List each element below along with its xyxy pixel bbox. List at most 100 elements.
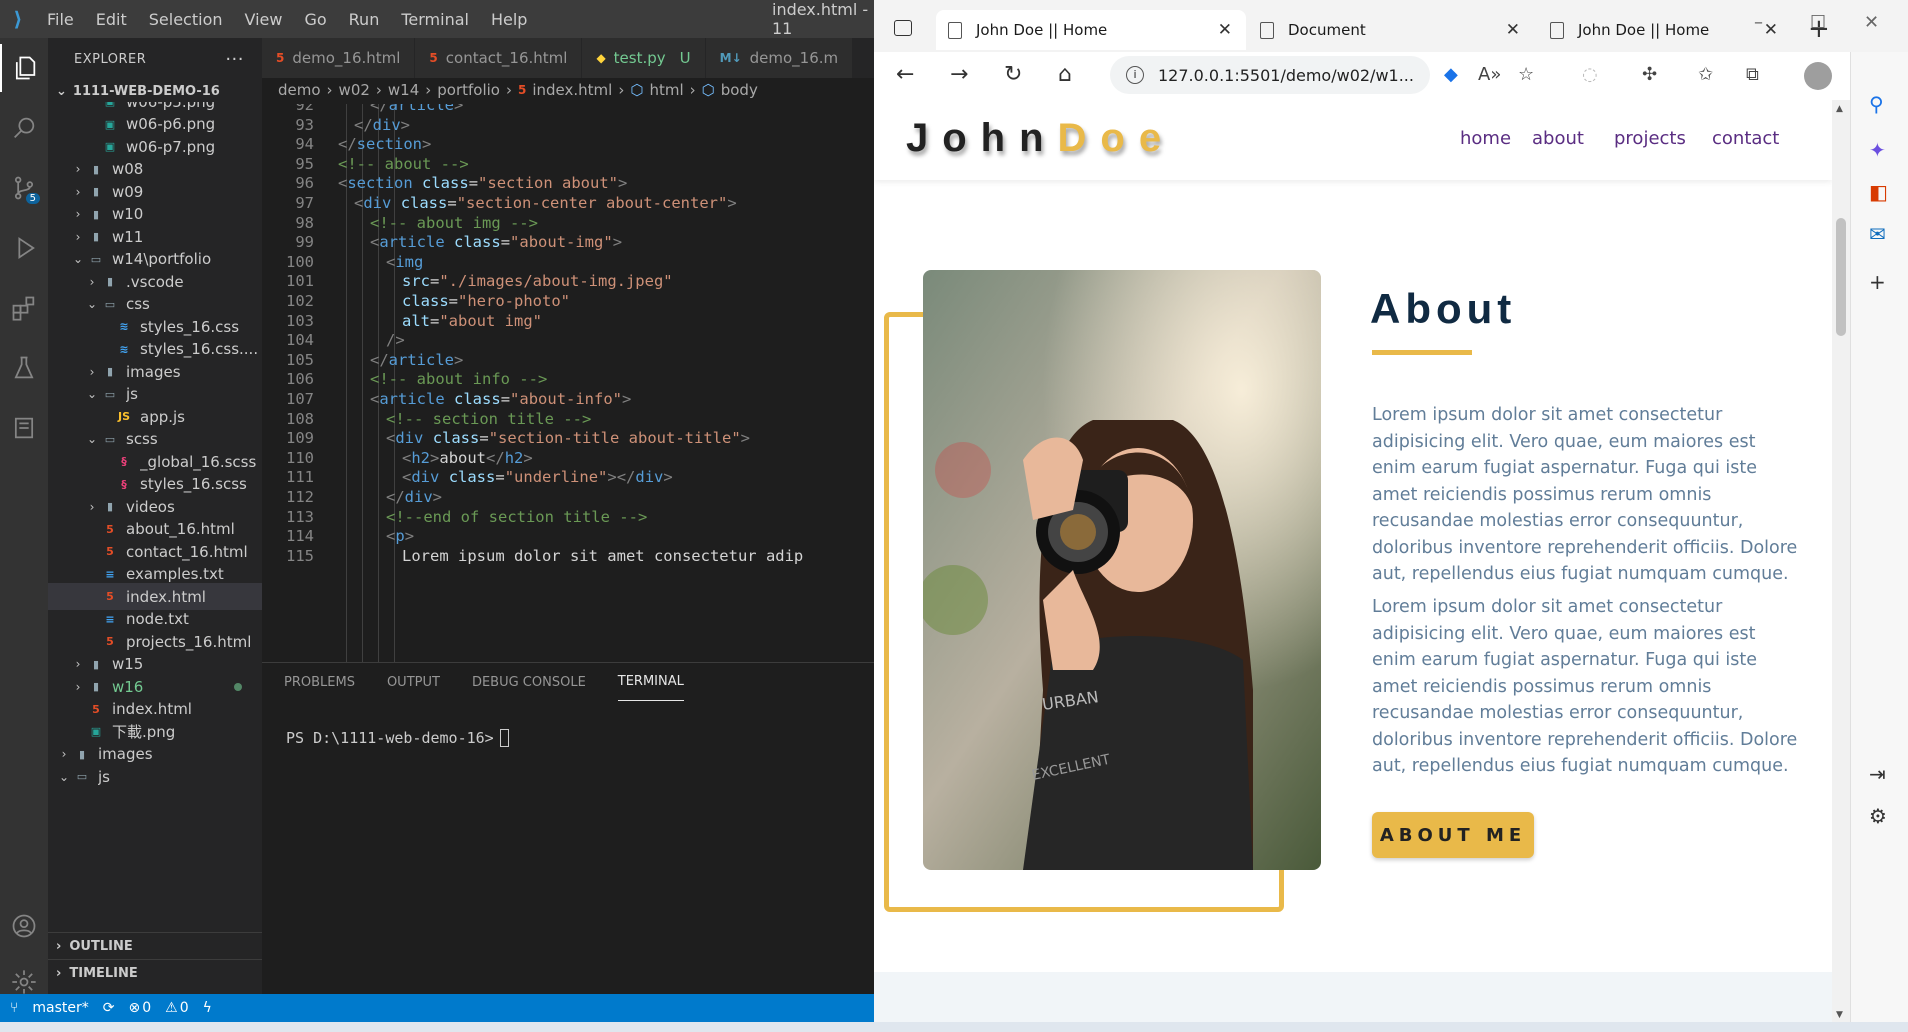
error-count[interactable]: 0	[142, 1000, 151, 1016]
remote-explorer-icon[interactable]	[0, 404, 48, 452]
code-token: =	[500, 233, 511, 252]
timeline-section[interactable]: › TIMELINE	[48, 959, 262, 986]
tab-label: demo_16.m	[749, 49, 839, 67]
close-icon[interactable]: ✕	[1764, 20, 1778, 40]
extensions-icon[interactable]: ✣	[1642, 64, 1657, 85]
tree-item-label: w10	[112, 205, 144, 223]
scrollbar-thumb[interactable]	[1836, 218, 1846, 336]
about-photo: URBAN EXCELLENT	[923, 270, 1321, 870]
breadcrumb-item[interactable]: html	[649, 81, 683, 99]
scroll-up-icon[interactable]: ▲	[1836, 104, 1843, 114]
browser-tab-2[interactable]: Document ✕	[1248, 10, 1534, 50]
tab-terminal[interactable]: TERMINAL	[617, 663, 684, 701]
breadcrumb-item[interactable]: demo	[278, 81, 321, 99]
testing-icon[interactable]	[0, 344, 48, 392]
menu-help[interactable]: Help	[480, 10, 538, 29]
add-favorite-icon[interactable]: ☆	[1518, 64, 1534, 85]
explorer-icon[interactable]	[0, 44, 48, 92]
home-icon[interactable]: ⌂	[1058, 62, 1072, 87]
sync-icon[interactable]: ⟳	[103, 1000, 115, 1016]
favorites-icon[interactable]: ✩	[1698, 64, 1713, 85]
tab-demo-16-md[interactable]: M↓ demo_16.m	[705, 38, 854, 78]
search-icon[interactable]	[0, 104, 48, 152]
close-icon[interactable]: ✕	[1218, 20, 1232, 40]
html-file-icon: 5	[276, 51, 285, 65]
search-icon[interactable]: ⚲	[1869, 92, 1884, 116]
nav-projects-link[interactable]: projects	[1614, 128, 1686, 149]
tab-test-py[interactable]: ◆ test.py U	[582, 38, 706, 78]
menu-run[interactable]: Run	[338, 10, 391, 29]
code-token: <	[386, 527, 396, 546]
menu-selection[interactable]: Selection	[138, 10, 234, 29]
line-number: 109	[286, 429, 314, 448]
breadcrumb-item[interactable]: index.html	[532, 81, 612, 99]
vscode-logo-icon: ⟩	[13, 7, 23, 31]
outlook-icon[interactable]: ✉	[1869, 222, 1886, 246]
file-tree: ▣ w06-p5.png ▣ w06-p6.png ▣ w06-p7.png › ▮ w08 › ▮…	[48, 102, 262, 922]
url-field[interactable]: i 127.0.0.1:5501/demo/w02/w1...	[1110, 56, 1430, 94]
forward-icon[interactable]: →	[950, 62, 968, 87]
sidebar-settings-icon[interactable]: ⚙	[1869, 804, 1887, 828]
breadcrumb-item[interactable]: portfolio	[437, 81, 500, 99]
terminal[interactable]: PS D:\1111-web-demo-16>	[262, 701, 874, 747]
code-text: <!--end of section title -->	[386, 508, 647, 526]
tree-item[interactable]: ⌄ ▭ js	[48, 763, 262, 790]
site-logo[interactable]: JohnDoe	[906, 116, 1175, 161]
breadcrumb-item[interactable]: w02	[339, 81, 370, 99]
tab-contact-16[interactable]: 5 contact_16.html	[415, 38, 583, 78]
code-token: <	[370, 390, 380, 408]
window-close-icon[interactable]: ✕	[1864, 12, 1879, 33]
outline-section[interactable]: › OUTLINE	[48, 932, 262, 959]
scroll-down-icon[interactable]: ▼	[1836, 1010, 1843, 1020]
title-underline	[1372, 350, 1472, 355]
breadcrumb-item[interactable]: body	[721, 81, 758, 99]
tab-problems[interactable]: PROBLEMS	[284, 663, 355, 701]
workspace-root[interactable]: ⌄ 1111-WEB-DEMO-16	[48, 80, 262, 102]
extension-icon[interactable]: ◌	[1582, 64, 1598, 85]
minimize-icon[interactable]: –	[1754, 12, 1763, 33]
code-text: </article>	[370, 351, 463, 369]
code-editor[interactable]: 92 </article> 93 </div> 94 </section> 95 <!-- a…	[262, 104, 874, 662]
browser-tab-1[interactable]: John Doe || Home ✕	[936, 10, 1246, 50]
tab-actions-icon[interactable]	[894, 20, 912, 36]
maximize-icon[interactable]: ☐	[1810, 12, 1826, 33]
close-icon[interactable]: ✕	[1506, 20, 1520, 40]
read-aloud-icon[interactable]: A»	[1478, 64, 1501, 85]
tree-item-label: _global_16.scss	[140, 452, 257, 471]
about-me-button[interactable]: ABOUT ME	[1372, 812, 1534, 858]
menu-terminal[interactable]: Terminal	[390, 10, 480, 29]
nav-home-link[interactable]: home	[1460, 128, 1511, 149]
warning-count[interactable]: 0	[180, 1000, 189, 1016]
menu-go[interactable]: Go	[293, 10, 337, 29]
tab-demo-16[interactable]: 5 demo_16.html	[262, 38, 416, 78]
nav-about-link[interactable]: about	[1532, 128, 1584, 149]
refresh-icon[interactable]: ↻	[1004, 62, 1022, 87]
hide-sidebar-icon[interactable]: ⇥	[1869, 762, 1886, 786]
extensions-icon[interactable]	[0, 284, 48, 332]
tree-item-label: css	[126, 295, 150, 313]
branch-name[interactable]: master*	[32, 1000, 88, 1016]
info-icon[interactable]: i	[1126, 66, 1144, 84]
accounts-icon[interactable]	[0, 902, 48, 950]
nav-contact-link[interactable]: contact	[1712, 128, 1779, 149]
profile-avatar[interactable]	[1804, 62, 1832, 90]
line-number: 104	[286, 331, 314, 350]
run-debug-icon[interactable]	[0, 224, 48, 272]
collections-icon[interactable]: ⧉	[1746, 64, 1759, 85]
breadcrumb-item[interactable]: w14	[388, 81, 419, 99]
menu-view[interactable]: View	[234, 10, 294, 29]
coupon-icon[interactable]: ◆	[1444, 64, 1458, 85]
source-control-icon[interactable]: 5	[0, 164, 48, 212]
add-icon[interactable]: +	[1869, 270, 1886, 294]
menu-file[interactable]: File	[36, 10, 85, 29]
copilot-icon[interactable]: ✦	[1869, 138, 1886, 162]
tab-output[interactable]: OUTPUT	[387, 663, 440, 701]
menu-edit[interactable]: Edit	[85, 10, 138, 29]
tab-debug-console[interactable]: DEBUG CONSOLE	[472, 663, 586, 701]
folder-open-icon: ▭	[104, 297, 116, 311]
lightning-icon[interactable]: ϟ	[203, 1000, 212, 1016]
office-icon[interactable]: ◧	[1869, 180, 1888, 204]
more-actions-icon[interactable]: ···	[225, 49, 244, 70]
back-icon[interactable]: ←	[896, 62, 914, 87]
page-scrollbar[interactable]: ▲ ▼	[1832, 100, 1850, 1022]
